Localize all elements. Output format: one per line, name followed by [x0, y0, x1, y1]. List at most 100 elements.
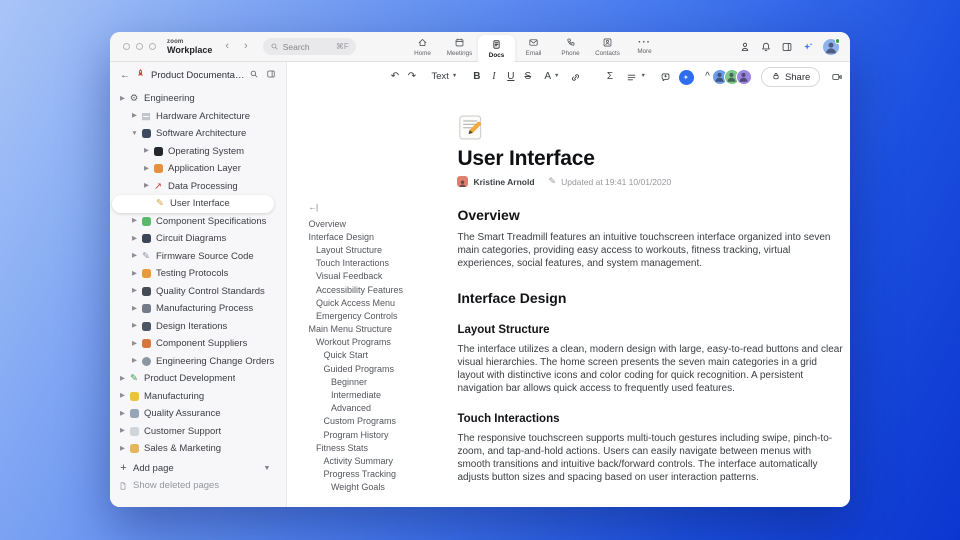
chevron-right-icon[interactable]: ▶ — [130, 112, 139, 120]
sidebar-item-application-layer[interactable]: ▶ Application Layer — [110, 160, 286, 178]
sidebar-item-product-development[interactable]: ▶ ✎ Product Development — [110, 370, 286, 388]
chevron-right-icon[interactable]: ▶ — [130, 235, 139, 243]
sidebar-item-firmware-source-code[interactable]: ▶ ✎ Firmware Source Code — [110, 248, 286, 266]
sidebar-search-icon[interactable] — [249, 69, 259, 82]
outline-item-activity-summary[interactable]: Activity Summary — [297, 454, 449, 467]
outline-item-weight-goals[interactable]: Weight Goals — [297, 481, 449, 494]
sidebar-item-engineering-change-orders[interactable]: ▶ Engineering Change Orders — [110, 353, 286, 371]
tab-more[interactable]: ··· More — [626, 32, 663, 62]
outline-item-workout-programs[interactable]: Workout Programs — [297, 336, 449, 349]
back-arrow-icon[interactable]: ← — [120, 70, 130, 81]
collapse-outline-icon[interactable]: ←| — [308, 202, 449, 212]
history-back-button[interactable]: ‹ — [225, 41, 229, 52]
maximize-window-button[interactable] — [149, 43, 156, 50]
author-name[interactable]: Kristine Arnold — [473, 177, 534, 187]
sidebar-item-hardware-architecture[interactable]: ▶ ▤ Hardware Architecture — [110, 108, 286, 126]
sidebar-item-manufacturing-process[interactable]: ▶ Manufacturing Process — [110, 300, 286, 318]
outline-item-layout-structure[interactable]: Layout Structure — [297, 243, 449, 256]
redo-button[interactable]: ↷ — [403, 67, 420, 87]
minimize-window-button[interactable] — [136, 43, 143, 50]
chevron-right-icon[interactable]: ▶ — [118, 392, 127, 400]
tab-email[interactable]: Email — [515, 32, 552, 62]
chevron-right-icon[interactable]: ▶ — [142, 165, 151, 173]
add-page-button[interactable]: + Add page ▼ — [110, 460, 286, 478]
text-style-dropdown[interactable]: Text ▼ — [429, 67, 459, 87]
outline-item-fitness-stats[interactable]: Fitness Stats — [297, 441, 449, 454]
undo-button[interactable]: ↶ — [386, 67, 403, 87]
sidebar-item-quality-control-standards[interactable]: ▶ Quality Control Standards — [110, 283, 286, 301]
outline-item-touch-interactions[interactable]: Touch Interactions — [297, 257, 449, 270]
italic-button[interactable]: I — [485, 67, 502, 87]
tab-docs[interactable]: Docs — [478, 35, 515, 62]
bold-button[interactable]: B — [468, 67, 485, 87]
sidebar-item-testing-protocols[interactable]: ▶ Testing Protocols — [110, 265, 286, 283]
outline-item-progress-tracking[interactable]: Progress Tracking — [297, 468, 449, 481]
tab-phone[interactable]: Phone — [552, 32, 589, 62]
chevron-right-icon[interactable]: ▶ — [130, 217, 139, 225]
collaborator-avatar-3[interactable] — [735, 69, 752, 85]
outline-item-guided-programs[interactable]: Guided Programs — [297, 362, 449, 375]
chevron-right-icon[interactable]: ▶ — [118, 375, 127, 383]
outline-item-advanced[interactable]: Advanced — [297, 402, 449, 415]
sidebar-item-user-interface[interactable]: ✎ User Interface — [112, 195, 275, 213]
chevron-right-icon[interactable]: ▶ — [130, 252, 139, 260]
sidebar-item-manufacturing[interactable]: ▶ Manufacturing — [110, 388, 286, 406]
chevron-down-icon[interactable]: ▼ — [130, 130, 139, 138]
outline-item-visual-feedback[interactable]: Visual Feedback — [297, 270, 449, 283]
side-panel-icon[interactable] — [781, 41, 793, 53]
chevron-right-icon[interactable]: ▶ — [118, 445, 127, 453]
equation-button[interactable]: Σ — [601, 67, 618, 87]
outline-item-beginner[interactable]: Beginner — [297, 375, 449, 388]
show-deleted-pages-button[interactable]: Show deleted pages — [110, 477, 286, 495]
chevron-right-icon[interactable]: ▶ — [130, 340, 139, 348]
chevron-right-icon[interactable]: ▶ — [130, 357, 139, 365]
ai-companion-button[interactable] — [674, 67, 699, 87]
underline-button[interactable]: U — [502, 67, 519, 87]
chevron-right-icon[interactable]: ▶ — [142, 182, 151, 190]
doc-title[interactable]: User Interface — [457, 147, 845, 170]
sidebar-item-component-specifications[interactable]: ▶ Component Specifications — [110, 213, 286, 231]
outline-item-quick-access-menu[interactable]: Quick Access Menu — [297, 296, 449, 309]
chevron-down-icon[interactable]: ▼ — [264, 465, 271, 472]
global-search-input[interactable]: Search ⌘F — [262, 38, 356, 55]
outline-item-accessibility-features[interactable]: Accessibility Features — [297, 283, 449, 296]
notifications-bell-icon[interactable] — [760, 41, 772, 53]
sidebar-item-data-processing[interactable]: ▶ ↗ Data Processing — [110, 178, 286, 196]
sidebar-item-sales-marketing[interactable]: ▶ Sales & Marketing — [110, 440, 286, 458]
tab-home[interactable]: Home — [404, 32, 441, 62]
chevron-right-icon[interactable]: ▶ — [130, 270, 139, 278]
sidebar-item-software-architecture[interactable]: ▼ Software Architecture — [110, 125, 286, 143]
ai-companion-icon[interactable] — [802, 41, 814, 53]
share-button[interactable]: Share — [760, 67, 821, 87]
code-block-button[interactable] — [584, 67, 601, 87]
chevron-right-icon[interactable]: ▶ — [130, 305, 139, 313]
text-color-button[interactable]: A ▼ — [542, 67, 561, 87]
contact-badge-icon[interactable] — [739, 41, 751, 53]
comment-button[interactable] — [657, 67, 674, 87]
outline-item-interface-design[interactable]: Interface Design — [297, 230, 449, 243]
sidebar-collapse-icon[interactable] — [266, 69, 276, 82]
chevron-right-icon[interactable]: ▶ — [142, 147, 151, 155]
sidebar-item-operating-system[interactable]: ▶ Operating System — [110, 143, 286, 161]
outline-item-quick-start[interactable]: Quick Start — [297, 349, 449, 362]
chevron-right-icon[interactable]: ▶ — [130, 287, 139, 295]
outline-item-emergency-controls[interactable]: Emergency Controls — [297, 309, 449, 322]
close-window-button[interactable] — [123, 43, 130, 50]
outline-item-intermediate[interactable]: Intermediate — [297, 388, 449, 401]
video-camera-button[interactable] — [831, 71, 843, 83]
sidebar-item-quality-assurance[interactable]: ▶ Quality Assurance — [110, 405, 286, 423]
sidebar-item-engineering[interactable]: ▶ ⚙ Engineering — [110, 90, 286, 108]
chevron-right-icon[interactable]: ▶ — [118, 427, 127, 435]
outline-item-main-menu-structure[interactable]: Main Menu Structure — [297, 323, 449, 336]
history-forward-button[interactable]: › — [244, 41, 248, 52]
chevron-right-icon[interactable]: ▶ — [130, 322, 139, 330]
sidebar-item-component-suppliers[interactable]: ▶ Component Suppliers — [110, 335, 286, 353]
tab-contacts[interactable]: Contacts — [589, 32, 626, 62]
sidebar-item-customer-support[interactable]: ▶ Customer Support — [110, 423, 286, 441]
outline-item-custom-programs[interactable]: Custom Programs — [297, 415, 449, 428]
user-avatar[interactable] — [823, 38, 840, 55]
outline-item-overview[interactable]: Overview — [297, 217, 449, 230]
tab-meetings[interactable]: Meetings — [441, 32, 478, 62]
list-format-button[interactable]: ▼ — [624, 67, 647, 87]
insert-link-button[interactable] — [567, 67, 584, 87]
